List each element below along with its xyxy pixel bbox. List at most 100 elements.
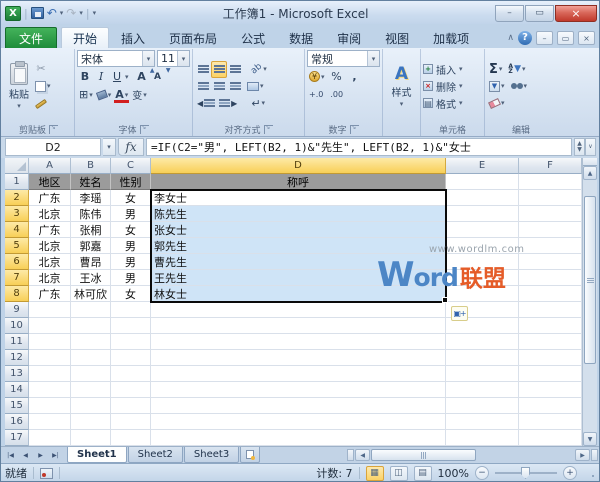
ribbon-tab-文件[interactable]: 文件 — [5, 27, 57, 48]
cell-C9[interactable] — [111, 302, 151, 318]
collapse-ribbon-icon[interactable]: ∧ — [507, 33, 514, 43]
cell-A11[interactable] — [29, 334, 71, 350]
row-header-16[interactable]: 16 — [5, 414, 29, 430]
chevron-down-icon[interactable]: ▾ — [89, 91, 93, 99]
row-header-12[interactable]: 12 — [5, 350, 29, 366]
italic-button[interactable]: I — [93, 68, 109, 85]
cell-A16[interactable] — [29, 414, 71, 430]
align-left-button[interactable] — [195, 78, 211, 95]
cell-B1[interactable]: 姓名 — [71, 174, 111, 190]
cell-F9[interactable] — [519, 302, 582, 318]
currency-format-button[interactable]: ¥▾ — [307, 68, 327, 85]
cell-E12[interactable] — [446, 350, 519, 366]
redo-icon[interactable]: ↷ — [66, 7, 76, 19]
row-header-2[interactable]: 2 — [5, 190, 29, 206]
save-icon[interactable] — [31, 7, 44, 19]
ribbon-tab-开始[interactable]: 开始 — [61, 27, 109, 48]
doc-restore-button[interactable]: ▭ — [557, 31, 574, 45]
phonetic-button[interactable]: 变▾ — [130, 86, 149, 103]
cell-E16[interactable] — [446, 414, 519, 430]
chevron-down-icon[interactable]: ▾ — [400, 100, 404, 108]
chevron-down-icon[interactable]: ▾ — [524, 82, 528, 90]
macro-record-icon[interactable] — [40, 468, 53, 479]
chevron-down-icon[interactable]: ▾ — [522, 65, 526, 73]
insert-function-button[interactable]: fx — [118, 138, 144, 156]
cell-D5[interactable]: 郭先生 — [151, 238, 446, 254]
row-header-5[interactable]: 5 — [5, 238, 29, 254]
undo-icon[interactable]: ↶ — [47, 7, 57, 19]
chevron-down-icon[interactable]: ▾ — [125, 91, 129, 99]
chevron-down-icon[interactable]: ▾ — [501, 82, 505, 90]
delete-cells-button[interactable]: 删除▾ — [423, 78, 482, 95]
font-dialog-launcher-icon[interactable] — [140, 125, 149, 134]
cell-D3[interactable]: 陈先生 — [151, 206, 446, 222]
normal-view-button[interactable]: ▦ — [366, 466, 384, 481]
row-header-10[interactable]: 10 — [5, 318, 29, 334]
cell-A2[interactable]: 广东 — [29, 190, 71, 206]
cell-A17[interactable] — [29, 430, 71, 446]
first-sheet-button[interactable]: |◀ — [3, 447, 18, 463]
cell-F1[interactable] — [519, 174, 582, 190]
increase-font-size-button[interactable]: A▲ — [134, 68, 150, 85]
zoom-out-button[interactable]: − — [475, 466, 489, 480]
paste-button[interactable]: 粘贴 ▾ — [5, 50, 33, 122]
find-select-button[interactable]: ▾ — [509, 78, 530, 95]
minimize-button[interactable]: – — [495, 5, 524, 22]
cell-C12[interactable] — [111, 350, 151, 366]
zoom-level[interactable]: 100% — [438, 467, 469, 480]
formula-input[interactable]: =IF(C2="男", LEFT(B2, 1)&"先生", LEFT(B2, 1… — [146, 138, 572, 156]
cell-F16[interactable] — [519, 414, 582, 430]
col-header-D[interactable]: D — [151, 158, 446, 174]
col-header-E[interactable]: E — [446, 158, 519, 174]
cell-B15[interactable] — [71, 398, 111, 414]
chevron-down-icon[interactable]: ▾ — [459, 99, 463, 107]
cell-B5[interactable]: 郭嘉 — [71, 238, 111, 254]
last-sheet-button[interactable]: ▶| — [48, 447, 63, 463]
close-button[interactable]: × — [555, 5, 597, 22]
cell-F2[interactable] — [519, 190, 582, 206]
wrap-text-button[interactable]: ↵▾ — [249, 95, 267, 112]
zoom-slider-thumb[interactable] — [521, 467, 530, 479]
zoom-in-button[interactable]: + — [563, 466, 577, 480]
cell-A8[interactable]: 广东 — [29, 286, 71, 302]
tab-split-handle[interactable] — [347, 449, 354, 461]
scroll-right-button[interactable]: ▶ — [575, 449, 590, 461]
cell-F11[interactable] — [519, 334, 582, 350]
cell-C11[interactable] — [111, 334, 151, 350]
cell-D4[interactable]: 张女士 — [151, 222, 446, 238]
cell-D2[interactable]: 李女士 — [151, 190, 446, 206]
merge-center-button[interactable]: ▾ — [245, 78, 266, 95]
row-header-4[interactable]: 4 — [5, 222, 29, 238]
ribbon-tab-视图[interactable]: 视图 — [373, 27, 421, 48]
ribbon-tab-页面布局[interactable]: 页面布局 — [157, 27, 229, 48]
cell-F8[interactable] — [519, 286, 582, 302]
scrollbar-split-box[interactable] — [591, 449, 598, 461]
chevron-down-icon[interactable]: ▾ — [260, 82, 264, 90]
sort-filter-button[interactable]: AZ▼▾ — [506, 61, 527, 78]
fill-button[interactable]: ▼▾ — [487, 78, 507, 95]
cell-C3[interactable]: 男 — [111, 206, 151, 222]
cell-C10[interactable] — [111, 318, 151, 334]
cell-D6[interactable]: 曹先生 — [151, 254, 446, 270]
align-middle-button[interactable] — [211, 61, 227, 78]
cell-F3[interactable] — [519, 206, 582, 222]
autosum-button[interactable]: Σ▾ — [487, 61, 504, 78]
align-top-button[interactable] — [195, 61, 211, 78]
name-box[interactable]: D2 — [5, 138, 101, 156]
chevron-down-icon[interactable]: ▾ — [501, 99, 505, 107]
cell-F15[interactable] — [519, 398, 582, 414]
cell-E3[interactable] — [446, 206, 519, 222]
cell-F6[interactable] — [519, 254, 582, 270]
cell-E7[interactable] — [446, 270, 519, 286]
cell-B17[interactable] — [71, 430, 111, 446]
decrease-font-size-button[interactable]: A▼ — [150, 68, 166, 85]
orientation-button[interactable]: ab▾ — [249, 61, 269, 78]
fill-color-button[interactable]: ▾ — [95, 86, 114, 103]
cell-F12[interactable] — [519, 350, 582, 366]
cell-A10[interactable] — [29, 318, 71, 334]
row-header-6[interactable]: 6 — [5, 254, 29, 270]
cell-B16[interactable] — [71, 414, 111, 430]
cell-E11[interactable] — [446, 334, 519, 350]
row-header-13[interactable]: 13 — [5, 366, 29, 382]
increase-decimal-button[interactable]: +.0 — [307, 86, 325, 103]
